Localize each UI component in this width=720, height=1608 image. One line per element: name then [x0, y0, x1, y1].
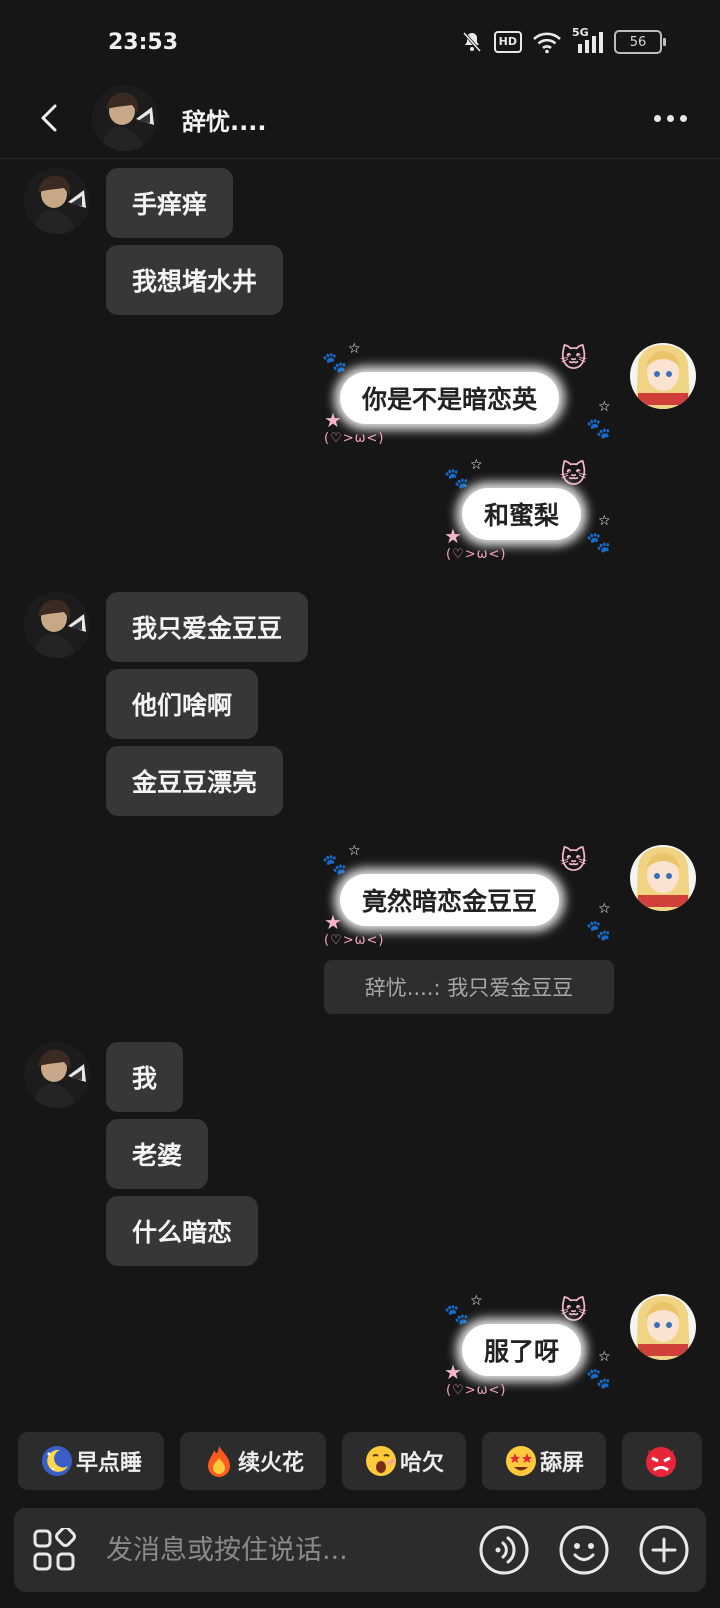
paw-decoration: 🐾 — [444, 466, 469, 490]
paw-decoration: 🐾 — [586, 530, 611, 554]
apps-grid-icon — [33, 1526, 76, 1571]
quick-reply-label: 舔屏 — [540, 1451, 585, 1476]
plus-circle-icon — [639, 1525, 689, 1575]
more-dots-icon — [653, 114, 661, 122]
quick-reply-yawn[interactable]: 哈欠 — [342, 1432, 467, 1490]
contact-avatar-2[interactable] — [24, 592, 90, 658]
status-time: 23:53 — [108, 30, 179, 55]
my-avatar-1[interactable] — [630, 343, 696, 409]
quick-reply-label: 早点睡 — [76, 1451, 143, 1476]
5g-signal-icon: 5G — [572, 26, 604, 54]
voice-wave-icon — [479, 1525, 529, 1575]
quick-reply-label: 哈欠 — [400, 1451, 445, 1476]
status-bar: 23:53 HD 5G 56 — [0, 0, 720, 80]
bubble-decoration-text: (♡>ω<) — [324, 933, 385, 948]
message-input[interactable] — [106, 1530, 466, 1570]
chat-screen: 23:53 HD 5G 56 辞忧.... 手痒痒 我想堵水井 🐾 ☆ 🐱 你是… — [0, 0, 720, 1608]
quick-reply-bar: 早点睡 续火花 哈欠 舔屏 — [18, 1432, 703, 1490]
star-decoration: ★ — [444, 524, 462, 548]
quoted-reply[interactable]: 辞忧....: 我只爱金豆豆 — [324, 960, 614, 1014]
cat-decoration: 🐱 — [560, 344, 588, 374]
battery-icon: 56 — [614, 30, 666, 54]
more-options-button[interactable] — [648, 98, 692, 138]
chat-header: 辞忧.... — [0, 80, 720, 159]
message-incoming[interactable]: 老婆 — [106, 1119, 209, 1189]
network-label: 5G — [572, 26, 589, 39]
message-incoming[interactable]: 金豆豆漂亮 — [106, 746, 284, 816]
message-incoming[interactable]: 什么暗恋 — [106, 1196, 259, 1266]
my-avatar-2[interactable] — [630, 845, 696, 911]
message-outgoing[interactable]: 和蜜梨 — [462, 488, 582, 540]
message-incoming[interactable]: 他们啥啊 — [106, 669, 259, 739]
contact-avatar-3[interactable] — [24, 1042, 90, 1108]
contact-name[interactable]: 辞忧.... — [182, 102, 266, 137]
quick-reply-label: 续火花 — [238, 1451, 305, 1476]
message-outgoing[interactable]: 竟然暗恋金豆豆 — [340, 874, 560, 926]
my-avatar-3[interactable] — [630, 1294, 696, 1360]
moon-sleep-emoji-icon — [40, 1444, 74, 1478]
star-decoration: ★ — [324, 408, 342, 432]
emoji-button[interactable] — [558, 1524, 610, 1576]
angry-devil-emoji-icon — [644, 1444, 678, 1478]
message-input-bar — [14, 1508, 706, 1592]
apps-button[interactable] — [32, 1526, 76, 1572]
paw-decoration: 🐾 — [444, 1302, 469, 1326]
bubble-decoration-text: (♡>ω<) — [446, 1383, 507, 1398]
battery-level: 56 — [629, 34, 647, 50]
cat-decoration: 🐱 — [560, 1296, 588, 1326]
contact-avatar[interactable] — [92, 85, 158, 151]
star-decoration: ☆ — [348, 341, 361, 357]
message-incoming[interactable]: 我只爱金豆豆 — [106, 592, 309, 662]
quick-reply-sleep[interactable]: 早点睡 — [18, 1432, 165, 1490]
smiley-icon — [559, 1525, 609, 1575]
message-incoming[interactable]: 我想堵水井 — [106, 245, 284, 315]
cat-decoration: 🐱 — [560, 846, 588, 876]
chevron-left-icon — [41, 104, 57, 132]
message-incoming[interactable]: 我 — [106, 1042, 184, 1112]
quick-reply-fire[interactable]: 续火花 — [180, 1432, 327, 1490]
status-icons: HD 5G 56 — [460, 26, 666, 54]
paw-decoration: 🐾 — [586, 416, 611, 440]
star-decoration: ☆ — [598, 901, 611, 917]
star-decoration: ☆ — [598, 513, 611, 529]
message-outgoing[interactable]: 服了呀 — [462, 1324, 582, 1376]
paw-decoration: 🐾 — [586, 1366, 611, 1390]
star-decoration: ☆ — [470, 457, 483, 473]
star-eyes-emoji-icon — [504, 1444, 538, 1478]
message-outgoing[interactable]: 你是不是暗恋英 — [340, 372, 560, 424]
star-decoration: ☆ — [598, 1349, 611, 1365]
message-incoming[interactable]: 手痒痒 — [106, 168, 234, 238]
mute-bell-icon — [460, 30, 484, 54]
bubble-decoration-text: (♡>ω<) — [446, 547, 507, 562]
star-decoration: ★ — [324, 910, 342, 934]
contact-avatar-1[interactable] — [24, 168, 90, 234]
star-decoration: ★ — [444, 1360, 462, 1384]
paw-decoration: 🐾 — [322, 852, 347, 876]
star-decoration: ☆ — [348, 843, 361, 859]
yawn-emoji-icon — [364, 1444, 398, 1478]
wifi-icon — [532, 30, 562, 54]
cat-decoration: 🐱 — [560, 460, 588, 490]
star-decoration: ☆ — [598, 399, 611, 415]
voice-button[interactable] — [478, 1524, 530, 1576]
fire-emoji-icon — [202, 1444, 236, 1478]
quick-reply-angry[interactable] — [622, 1432, 703, 1490]
paw-decoration: 🐾 — [586, 918, 611, 942]
hd-icon: HD — [493, 31, 522, 53]
plus-button[interactable] — [638, 1524, 690, 1576]
star-decoration: ☆ — [470, 1293, 483, 1309]
back-button[interactable] — [30, 98, 70, 138]
quick-reply-lick-screen[interactable]: 舔屏 — [482, 1432, 607, 1490]
paw-decoration: 🐾 — [322, 350, 347, 374]
bubble-decoration-text: (♡>ω<) — [324, 431, 385, 446]
